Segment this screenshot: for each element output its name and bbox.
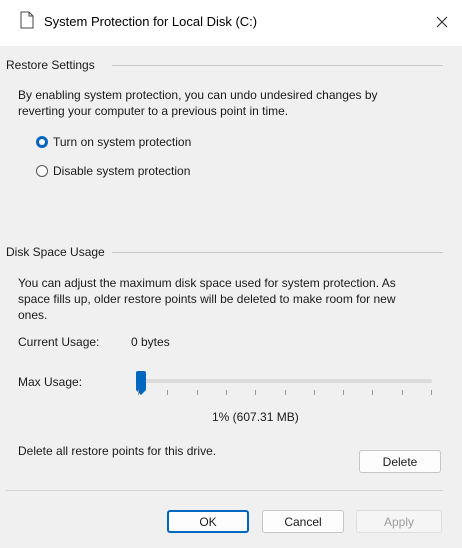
slider-tick	[372, 390, 373, 395]
max-usage-value: 1% (607.31 MB)	[212, 410, 299, 424]
slider-tick	[402, 390, 403, 395]
turn-on-protection-radio[interactable]	[36, 136, 48, 148]
disk-description-line-1: You can adjust the maximum disk space us…	[18, 276, 396, 290]
title-bar: System Protection for Local Disk (C:)	[0, 0, 462, 46]
slider-tick	[167, 390, 168, 395]
slider-tick	[314, 390, 315, 395]
slider-tick	[197, 390, 198, 395]
restore-settings-divider	[112, 65, 443, 66]
disable-protection-label[interactable]: Disable system protection	[53, 164, 190, 178]
max-usage-label: Max Usage:	[18, 375, 83, 389]
max-usage-slider-ticks	[138, 390, 432, 402]
window-title: System Protection for Local Disk (C:)	[44, 14, 258, 29]
restore-settings-description: By enabling system protection, you can u…	[18, 87, 378, 119]
disk-space-description: You can adjust the maximum disk space us…	[18, 275, 396, 323]
slider-tick	[285, 390, 286, 395]
ok-button[interactable]: OK	[167, 510, 249, 533]
current-usage-value: 0 bytes	[131, 335, 170, 349]
restore-description-line-1: By enabling system protection, you can u…	[18, 88, 378, 102]
delete-button[interactable]: Delete	[359, 450, 441, 473]
cancel-button[interactable]: Cancel	[262, 510, 344, 533]
document-icon	[20, 11, 34, 32]
restore-settings-label: Restore Settings	[6, 58, 95, 72]
disk-description-line-2: space fills up, older restore points wil…	[18, 292, 396, 306]
delete-restore-points-text: Delete all restore points for this drive…	[18, 444, 217, 458]
max-usage-slider-track[interactable]	[138, 379, 432, 383]
restore-description-line-2: reverting your computer to a previous po…	[18, 104, 289, 118]
disk-description-line-3: ones.	[18, 308, 48, 322]
disk-space-usage-label: Disk Space Usage	[6, 245, 105, 259]
disable-protection-radio[interactable]	[36, 165, 48, 177]
disk-space-divider	[112, 252, 443, 253]
slider-tick	[138, 390, 139, 395]
max-usage-slider-thumb[interactable]	[136, 371, 146, 395]
slider-tick	[431, 390, 432, 395]
slider-tick	[343, 390, 344, 395]
close-button[interactable]	[428, 10, 456, 34]
slider-tick	[226, 390, 227, 395]
slider-tick	[255, 390, 256, 395]
apply-button[interactable]: Apply	[356, 510, 442, 533]
footer-separator	[6, 490, 443, 491]
close-icon	[436, 16, 448, 28]
turn-on-protection-label[interactable]: Turn on system protection	[53, 135, 191, 149]
current-usage-label: Current Usage:	[18, 335, 100, 349]
